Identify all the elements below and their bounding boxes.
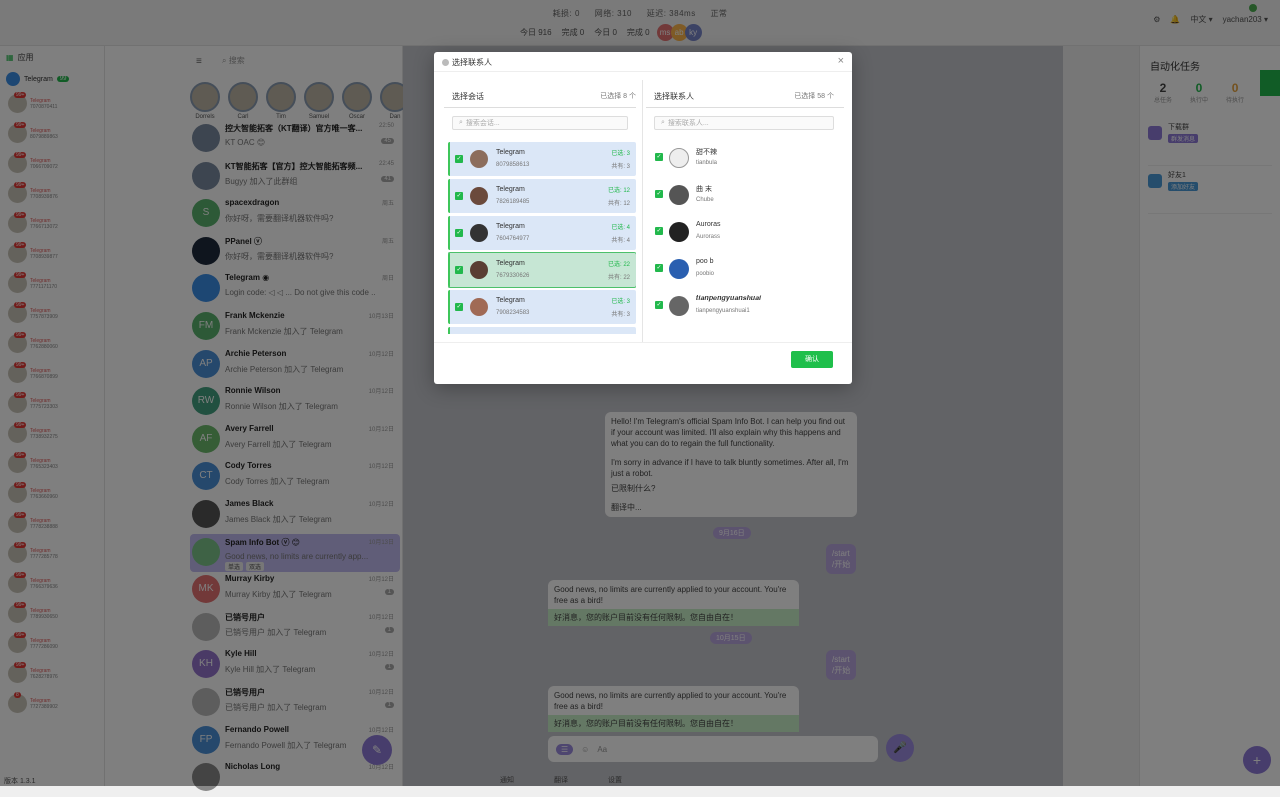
contact-item[interactable]: ✓ poo b poobio bbox=[652, 251, 844, 288]
sessions-list: ✓ Telegram 8079858613 已选: 3 共有: 3 ✓ Telegram 78… bbox=[448, 142, 636, 334]
session-name: Telegram bbox=[496, 186, 525, 193]
session-selected-count: 已选: 3 bbox=[611, 151, 630, 157]
contact-name: 𝒕𝒊𝒂𝒏𝒑𝒆𝒏𝒈𝒚𝒖𝒂𝒏𝒔𝒉𝒖𝒂𝒊 bbox=[696, 295, 761, 302]
search-icon: ⌕ bbox=[459, 119, 463, 126]
contact-username: tianbula bbox=[696, 160, 718, 166]
contact-username: Aurorass bbox=[696, 234, 721, 240]
dialog-footer-line bbox=[434, 342, 852, 343]
session-total-count: 共有: 3 bbox=[611, 164, 630, 170]
dialog-icon bbox=[442, 59, 449, 66]
contact-checkbox[interactable]: ✓ bbox=[655, 227, 663, 235]
sessions-search-placeholder: 搜索会话... bbox=[465, 120, 500, 127]
contact-avatar bbox=[669, 259, 689, 279]
session-total-count: 共有: 12 bbox=[607, 201, 630, 207]
session-phone: 7826189485 bbox=[496, 199, 530, 205]
contact-item[interactable]: ✓KolaYW bbox=[652, 325, 844, 332]
session-item[interactable]: ✓ Telegram 7604764977 已选: 4 共有: 4 bbox=[448, 216, 636, 250]
session-phone: 7679330626 bbox=[496, 273, 530, 279]
session-item[interactable]: ✓ Telegram 7908234583 已选: 3 共有: 3 bbox=[448, 290, 636, 324]
contact-checkbox[interactable]: ✓ bbox=[655, 190, 663, 198]
sessions-search-input[interactable]: ⌕ 搜索会话... bbox=[452, 116, 628, 130]
select-contacts-dialog: 选择联系人 × 选择会话 已选择 8 个 ⌕ 搜索会话... ✓ Telegram 8… bbox=[434, 52, 852, 384]
contacts-panel: 选择联系人 已选择 58 个 ⌕ 搜索联系人... ✓ 甜不辣 tianbula ✓ 曲 … bbox=[646, 88, 844, 346]
contact-item[interactable]: ✓ 曲 末 Chube bbox=[652, 177, 844, 214]
session-avatar bbox=[470, 150, 488, 168]
contact-username: Chube bbox=[696, 197, 714, 203]
session-item[interactable]: ✓ Telegram 7826189485 已选: 12 共有: 12 bbox=[448, 179, 636, 213]
contact-avatar bbox=[669, 148, 689, 168]
session-name: Telegram bbox=[496, 223, 525, 230]
contact-checkbox[interactable]: ✓ bbox=[655, 153, 663, 161]
contacts-title: 选择联系人 bbox=[654, 92, 694, 101]
sessions-panel: 选择会话 已选择 8 个 ⌕ 搜索会话... ✓ Telegram 807985861… bbox=[444, 88, 636, 346]
contacts-search-placeholder: 搜索联系人... bbox=[667, 120, 709, 127]
sessions-header: 选择会话 已选择 8 个 bbox=[444, 88, 636, 108]
close-icon[interactable]: × bbox=[838, 55, 844, 67]
contact-name: 甜不辣 bbox=[696, 149, 717, 156]
session-name: Telegram bbox=[496, 297, 525, 304]
contact-username: tianpengyuanshuai1 bbox=[696, 308, 750, 314]
contact-username: poobio bbox=[696, 271, 715, 277]
session-checkbox[interactable]: ✓ bbox=[455, 155, 463, 163]
session-phone: 7908234583 bbox=[496, 310, 530, 316]
session-checkbox[interactable]: ✓ bbox=[455, 266, 463, 274]
session-name: Telegram bbox=[496, 260, 525, 267]
dialog-header: 选择联系人 × bbox=[434, 52, 852, 72]
sessions-title: 选择会话 bbox=[452, 92, 484, 101]
session-selected-count: 已选: 22 bbox=[607, 262, 630, 268]
contact-checkbox[interactable]: ✓ bbox=[655, 264, 663, 272]
contact-avatar bbox=[669, 296, 689, 316]
session-checkbox[interactable]: ✓ bbox=[455, 229, 463, 237]
contacts-header: 选择联系人 已选择 58 个 bbox=[646, 88, 844, 108]
session-phone: 7604764977 bbox=[496, 236, 530, 242]
contacts-count: 已选择 58 个 bbox=[794, 93, 834, 100]
search-icon-2: ⌕ bbox=[661, 119, 665, 126]
contact-avatar bbox=[669, 222, 689, 242]
contacts-search-input[interactable]: ⌕ 搜索联系人... bbox=[654, 116, 834, 130]
session-total-count: 共有: 3 bbox=[611, 312, 630, 318]
session-total-count: 共有: 22 bbox=[607, 275, 630, 281]
panel-divider bbox=[642, 80, 643, 342]
session-total-count: 共有: 4 bbox=[611, 238, 630, 244]
session-selected-count: 已选: 12 bbox=[607, 188, 630, 194]
session-selected-count: 已选: 3 bbox=[611, 333, 630, 334]
session-avatar bbox=[470, 261, 488, 279]
dialog-title: 选择联系人 bbox=[452, 58, 492, 67]
contact-item[interactable]: ✓ Auroras Aurorass bbox=[652, 214, 844, 251]
session-item[interactable]: ✓ Telegram 7679330626 已选: 22 共有: 22 bbox=[448, 252, 636, 288]
contact-name: 曲 末 bbox=[696, 186, 712, 193]
session-avatar bbox=[470, 224, 488, 242]
session-selected-count: 已选: 3 bbox=[611, 299, 630, 305]
session-checkbox[interactable]: ✓ bbox=[455, 303, 463, 311]
session-item[interactable]: ✓Telegram已选: 3 bbox=[448, 327, 636, 334]
contact-name: Auroras bbox=[696, 221, 721, 228]
confirm-button[interactable]: 确认 bbox=[791, 351, 833, 368]
session-item[interactable]: ✓ Telegram 8079858613 已选: 3 共有: 3 bbox=[448, 142, 636, 176]
contact-avatar bbox=[669, 185, 689, 205]
contact-item[interactable]: ✓ 𝒕𝒊𝒂𝒏𝒑𝒆𝒏𝒈𝒚𝒖𝒂𝒏𝒔𝒉𝒖𝒂𝒊 tianpengyuanshuai1 bbox=[652, 288, 844, 325]
contact-item[interactable]: ✓ 甜不辣 tianbula bbox=[652, 140, 844, 177]
sessions-count: 已选择 8 个 bbox=[600, 93, 636, 100]
session-name: Telegram bbox=[496, 149, 525, 156]
session-avatar bbox=[470, 298, 488, 316]
session-avatar bbox=[470, 187, 488, 205]
session-checkbox[interactable]: ✓ bbox=[455, 192, 463, 200]
contacts-list: ✓ 甜不辣 tianbula ✓ 曲 末 Chube ✓ Auroras Aurorass ✓ po… bbox=[652, 140, 844, 332]
contact-checkbox[interactable]: ✓ bbox=[655, 301, 663, 309]
contact-name: poo b bbox=[696, 258, 714, 265]
session-selected-count: 已选: 4 bbox=[611, 225, 630, 231]
session-phone: 8079858613 bbox=[496, 162, 530, 168]
